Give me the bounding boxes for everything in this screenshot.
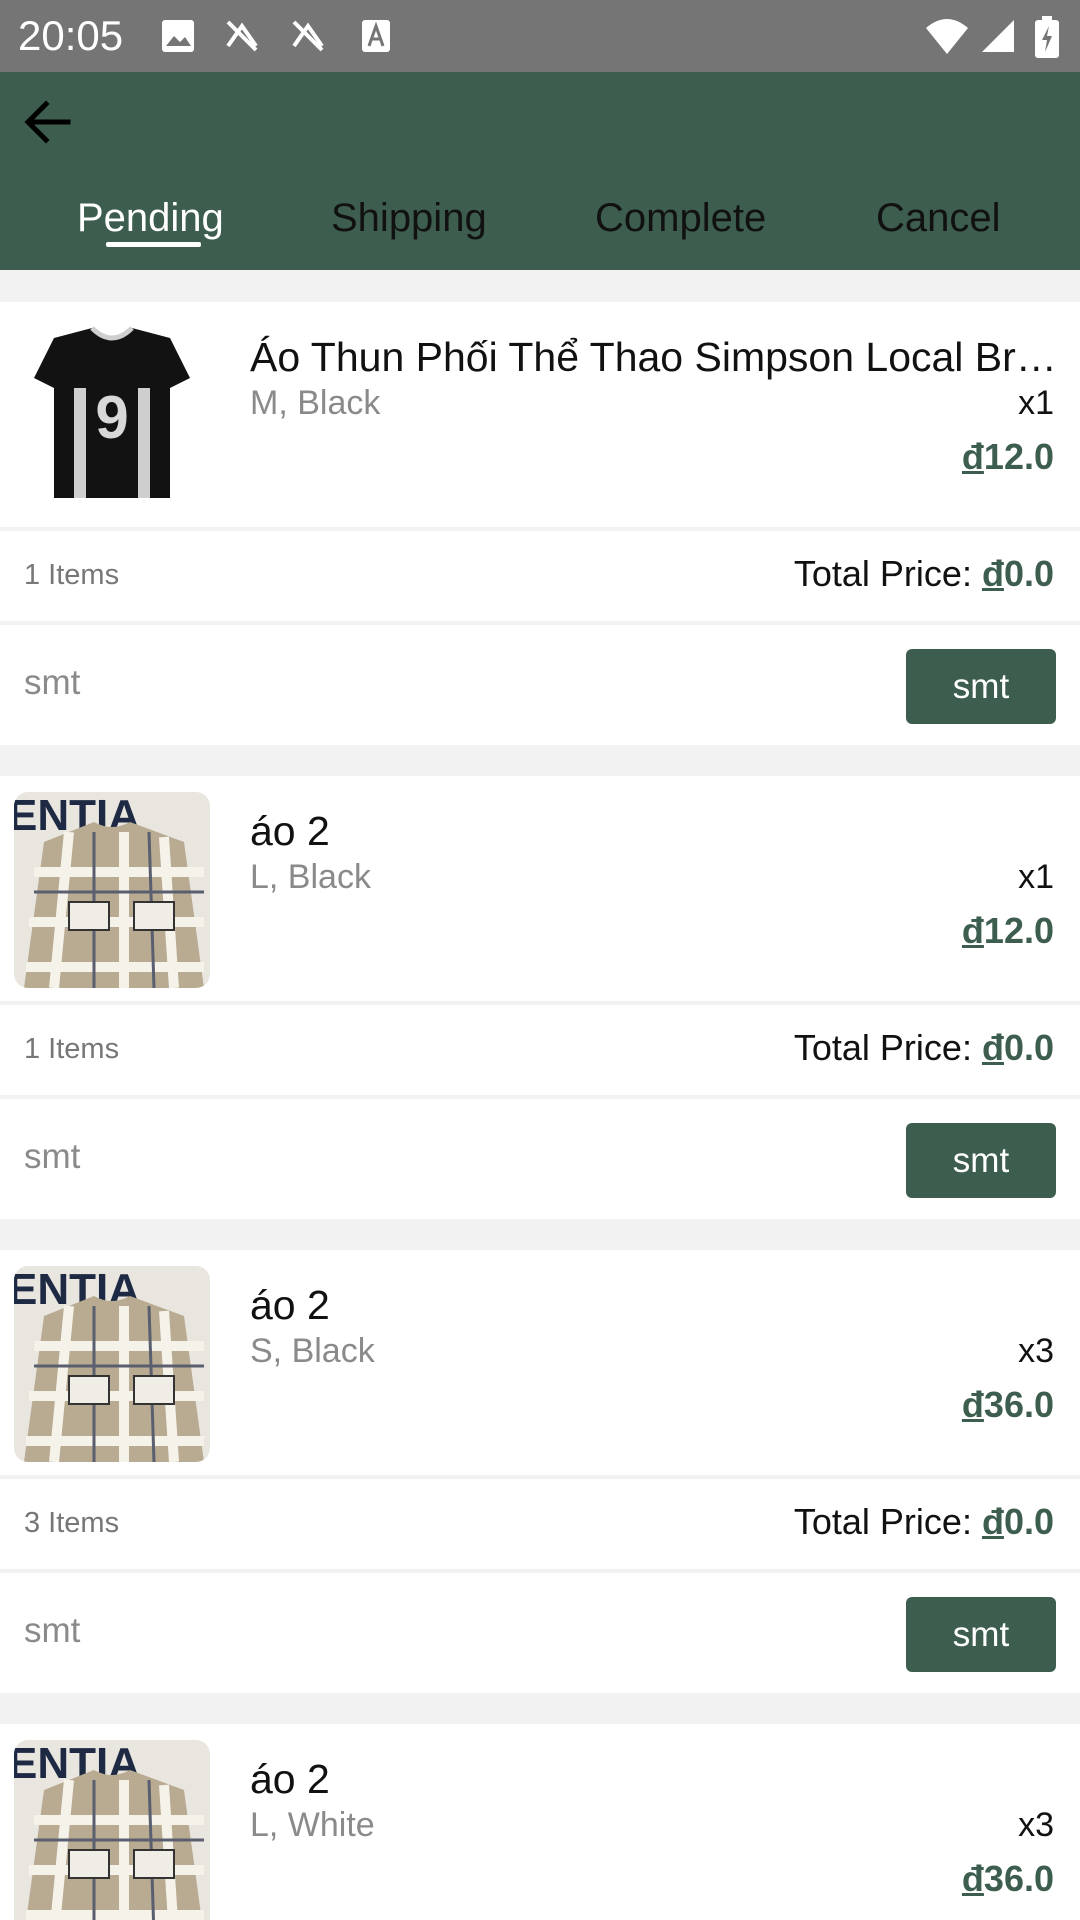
order-card[interactable]: 9 Áo Thun Phối Thể Thao Simpson Local Br…	[0, 302, 1080, 745]
product-name: áo 2	[250, 1756, 330, 1802]
signal-icon	[978, 16, 1018, 56]
order-summary-row: 3 Items Total Price: đ0.0	[0, 1479, 1080, 1569]
product-quantity: x1	[1018, 858, 1054, 896]
order-card[interactable]: ENTIA áo 2 L, White x3 đ36.0	[0, 1724, 1080, 1920]
order-card[interactable]: ENTIA áo 2 L, Black x1 đ12.0 1 Items Tot…	[0, 776, 1080, 1219]
order-action-button[interactable]: smt	[906, 1597, 1056, 1672]
product-quantity: x1	[1018, 384, 1054, 422]
tab-complete[interactable]: Complete	[595, 190, 766, 250]
order-action-text: smt	[24, 663, 81, 702]
blocked-sync-icon	[222, 16, 262, 56]
order-action-row: smt smt	[0, 1573, 1080, 1693]
order-status-tabs: Pending Shipping Complete Cancel	[0, 180, 1080, 270]
item-count: 1 Items	[24, 1033, 120, 1065]
order-summary-row: 1 Items Total Price: đ0.0	[0, 1005, 1080, 1095]
wifi-icon	[924, 16, 968, 56]
product-name: áo 2	[250, 808, 330, 854]
order-product-row[interactable]: ENTIA áo 2 L, Black x1 đ12.0	[0, 776, 1080, 1001]
order-action-text: smt	[24, 1137, 81, 1176]
product-image: ENTIA	[14, 792, 210, 988]
total-price: Total Price: đ0.0	[793, 1027, 1054, 1068]
text-a-icon	[356, 16, 396, 56]
order-product-row[interactable]: ENTIA áo 2 L, White x3 đ36.0	[0, 1724, 1080, 1920]
tab-cancel[interactable]: Cancel	[876, 190, 1001, 250]
product-image: ENTIA	[14, 1266, 210, 1462]
product-image: ENTIA	[14, 1740, 210, 1920]
product-name: Áo Thun Phối Thể Thao Simpson Local Br…	[250, 334, 1057, 380]
product-price: đ12.0	[961, 910, 1054, 951]
blocked-sync-icon-2	[288, 16, 328, 56]
product-variant: M, Black	[250, 384, 381, 422]
order-product-row[interactable]: 9 Áo Thun Phối Thể Thao Simpson Local Br…	[0, 302, 1080, 527]
app-bar: Pending Shipping Complete Cancel	[0, 72, 1080, 270]
product-price: đ12.0	[961, 436, 1054, 477]
total-price: Total Price: đ0.0	[793, 553, 1054, 594]
product-name: áo 2	[250, 1282, 330, 1328]
order-action-button[interactable]: smt	[906, 1123, 1056, 1198]
status-bar: 20:05	[0, 0, 1080, 72]
product-variant: L, White	[250, 1806, 375, 1844]
product-quantity: x3	[1018, 1332, 1054, 1370]
total-price: Total Price: đ0.0	[793, 1501, 1054, 1542]
order-action-row: smt smt	[0, 625, 1080, 745]
svg-text:9: 9	[95, 384, 128, 451]
back-arrow-icon[interactable]	[18, 92, 78, 152]
order-action-row: smt smt	[0, 1099, 1080, 1219]
order-action-text: smt	[24, 1611, 81, 1650]
order-action-button[interactable]: smt	[906, 649, 1056, 724]
image-icon	[158, 16, 198, 56]
product-price: đ36.0	[961, 1384, 1054, 1425]
product-image: 9	[14, 318, 210, 514]
product-price: đ36.0	[961, 1858, 1054, 1899]
tab-shipping[interactable]: Shipping	[331, 190, 487, 250]
status-time: 20:05	[18, 12, 124, 59]
product-variant: L, Black	[250, 858, 371, 896]
tab-active-indicator	[106, 242, 201, 247]
item-count: 1 Items	[24, 559, 120, 591]
product-quantity: x3	[1018, 1806, 1054, 1844]
order-summary-row: 1 Items Total Price: đ0.0	[0, 531, 1080, 621]
order-card[interactable]: ENTIA áo 2 S, Black x3 đ36.0 3 Items Tot…	[0, 1250, 1080, 1693]
product-variant: S, Black	[250, 1332, 375, 1370]
order-product-row[interactable]: ENTIA áo 2 S, Black x3 đ36.0	[0, 1250, 1080, 1475]
tab-pending[interactable]: Pending	[77, 190, 224, 250]
battery-icon	[1030, 16, 1064, 58]
item-count: 3 Items	[24, 1507, 120, 1539]
